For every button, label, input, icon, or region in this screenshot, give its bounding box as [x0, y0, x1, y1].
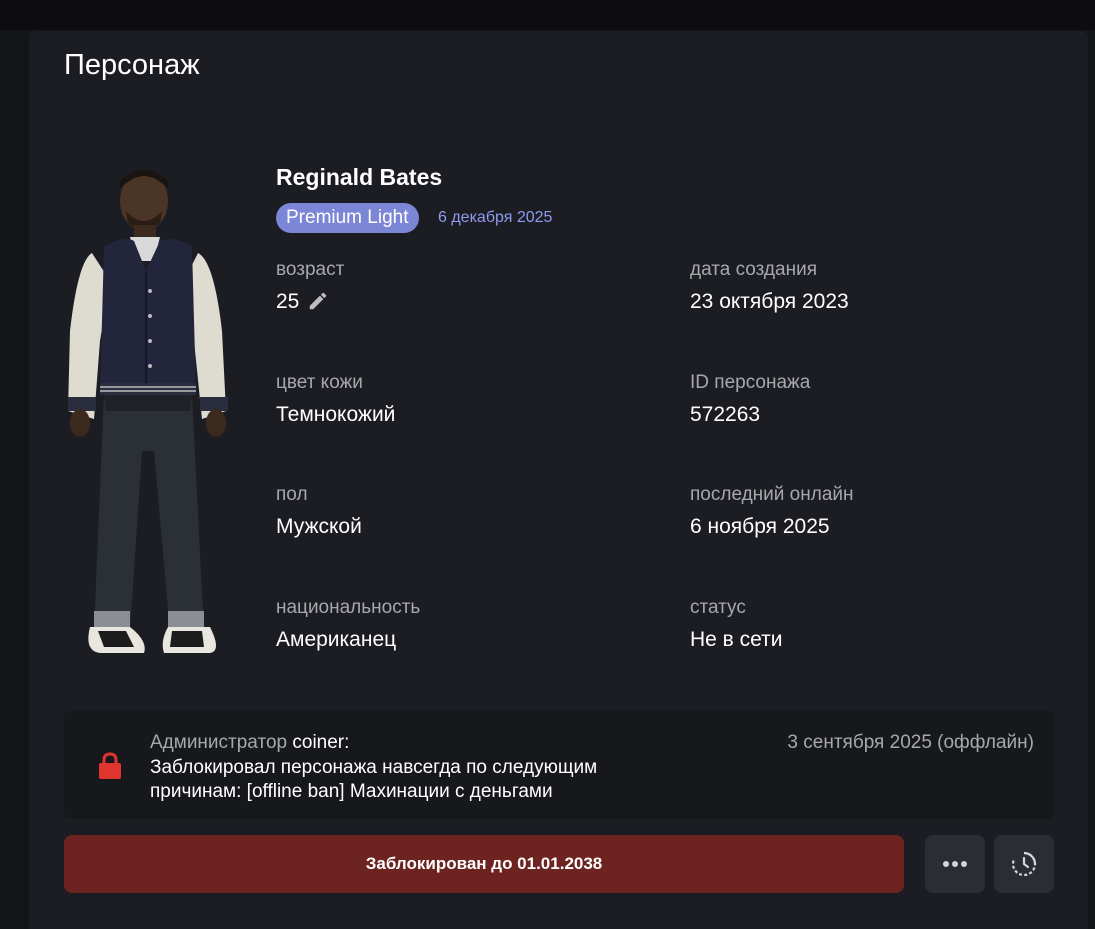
char-id-label: ID персонажа: [690, 372, 811, 393]
status-label: статус: [690, 597, 746, 618]
last-online-value: 6 ноября 2025: [690, 515, 830, 538]
character-card: Персонаж Reginald Bates Premium Light 6 …: [29, 31, 1088, 929]
gender-value: Мужской: [276, 515, 362, 538]
premium-badge: Premium Light: [276, 203, 419, 233]
char-id-value: 572263: [690, 403, 761, 426]
age-value: 25: [276, 290, 300, 313]
more-icon: [943, 861, 967, 867]
created-value: 23 октября 2023: [690, 290, 849, 313]
blocked-until-button[interactable]: Заблокирован до 01.01.2038: [64, 835, 904, 893]
more-button[interactable]: [925, 835, 985, 893]
ban-info-box: Администратор coiner: Заблокировал персо…: [64, 711, 1054, 819]
gender-label: пол: [276, 484, 308, 505]
nationality-value: Американец: [276, 628, 397, 651]
history-button[interactable]: [994, 835, 1054, 893]
skin-color-label: цвет кожи: [276, 372, 363, 393]
age-label: возраст: [276, 259, 345, 280]
ban-reason: Заблокировал персонажа навсегда по следу…: [150, 757, 598, 802]
nationality-label: национальность: [276, 597, 421, 618]
left-strip: [0, 30, 28, 929]
status-value: Не в сети: [690, 628, 783, 651]
last-online-label: последний онлайн: [690, 484, 854, 505]
premium-badge-date: 6 декабря 2025: [438, 209, 553, 226]
card-title: Персонаж: [64, 49, 200, 81]
history-icon: [1011, 851, 1037, 877]
character-skin-image: [68, 170, 228, 653]
ban-admin: Администратор coiner:: [150, 732, 349, 754]
created-label: дата создания: [690, 259, 817, 280]
pencil-icon[interactable]: [307, 290, 329, 312]
character-name: Reginald Bates: [276, 164, 443, 190]
lock-icon: [99, 752, 121, 779]
ban-date: 3 сентября 2025 (оффлайн): [787, 732, 1034, 753]
ban-admin-prefix: Администратор: [150, 732, 288, 753]
skin-color-value: Темнокожий: [276, 403, 396, 426]
ban-admin-name: coiner:: [292, 732, 350, 753]
top-bar: [0, 0, 1095, 30]
